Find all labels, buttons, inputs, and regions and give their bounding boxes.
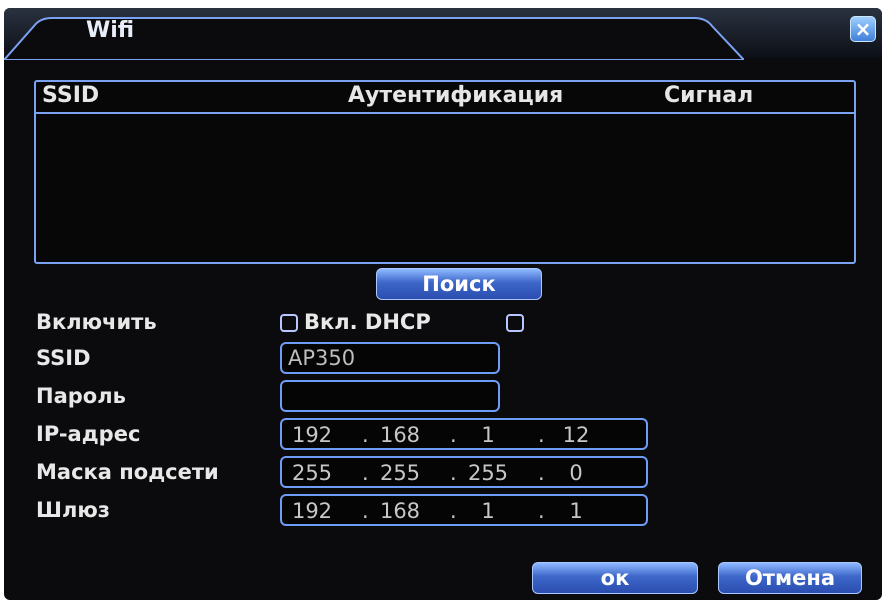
- close-icon: ×: [854, 17, 872, 41]
- gateway-separator-2: .: [450, 499, 457, 523]
- mask-separator-3: .: [538, 461, 545, 485]
- dhcp-label: Вкл. DHCP: [304, 310, 431, 334]
- ip-separator-1: .: [362, 423, 369, 447]
- mask-separator-1: .: [362, 461, 369, 485]
- dhcp-checkbox[interactable]: [506, 314, 524, 332]
- column-ssid: SSID: [42, 83, 100, 108]
- close-button[interactable]: ×: [850, 16, 876, 42]
- ip-octet-4[interactable]: 12: [552, 421, 600, 449]
- list-header: SSID Аутентификация Сигнал: [36, 82, 854, 114]
- password-input[interactable]: [280, 380, 500, 412]
- gateway-separator-3: .: [538, 499, 545, 523]
- ssid-label: SSID: [36, 346, 91, 370]
- ip-separator-2: .: [450, 423, 457, 447]
- gateway-separator-1: .: [362, 499, 369, 523]
- enable-label: Включить: [36, 310, 157, 334]
- mask-label: Маска подсети: [36, 460, 219, 484]
- mask-octet-4[interactable]: 0: [552, 459, 600, 487]
- gateway-label: Шлюз: [36, 498, 110, 522]
- gateway-octet-2[interactable]: 168: [376, 497, 424, 525]
- gateway-octet-1[interactable]: 192: [288, 497, 336, 525]
- ip-address-input[interactable]: 192 . 168 . 1 . 12: [280, 418, 648, 450]
- search-button[interactable]: Поиск: [376, 268, 542, 300]
- ok-button[interactable]: ок: [532, 562, 698, 594]
- ip-octet-1[interactable]: 192: [288, 421, 336, 449]
- wifi-dialog: Wifi × SSID Аутентификация Сигнал Поиск …: [4, 8, 882, 600]
- mask-octet-2[interactable]: 255: [376, 459, 424, 487]
- mask-octet-1[interactable]: 255: [288, 459, 336, 487]
- cancel-button[interactable]: Отмена: [718, 562, 862, 594]
- gateway-octet-3[interactable]: 1: [464, 497, 512, 525]
- gateway-input[interactable]: 192 . 168 . 1 . 1: [280, 494, 648, 526]
- gateway-octet-4[interactable]: 1: [552, 497, 600, 525]
- ip-separator-3: .: [538, 423, 545, 447]
- ip-label: IP-адрес: [36, 422, 141, 446]
- ip-octet-2[interactable]: 168: [376, 421, 424, 449]
- network-list[interactable]: SSID Аутентификация Сигнал: [34, 80, 856, 264]
- ip-octet-3[interactable]: 1: [464, 421, 512, 449]
- enable-checkbox[interactable]: [280, 314, 298, 332]
- column-authentication: Аутентификация: [348, 83, 564, 108]
- subnet-mask-input[interactable]: 255 . 255 . 255 . 0: [280, 456, 648, 488]
- column-signal: Сигнал: [664, 83, 754, 108]
- title-bar: Wifi ×: [4, 8, 882, 60]
- window-title: Wifi: [86, 18, 135, 43]
- password-label: Пароль: [36, 384, 126, 408]
- mask-separator-2: .: [450, 461, 457, 485]
- ssid-input[interactable]: AP350: [280, 342, 500, 374]
- mask-octet-3[interactable]: 255: [464, 459, 512, 487]
